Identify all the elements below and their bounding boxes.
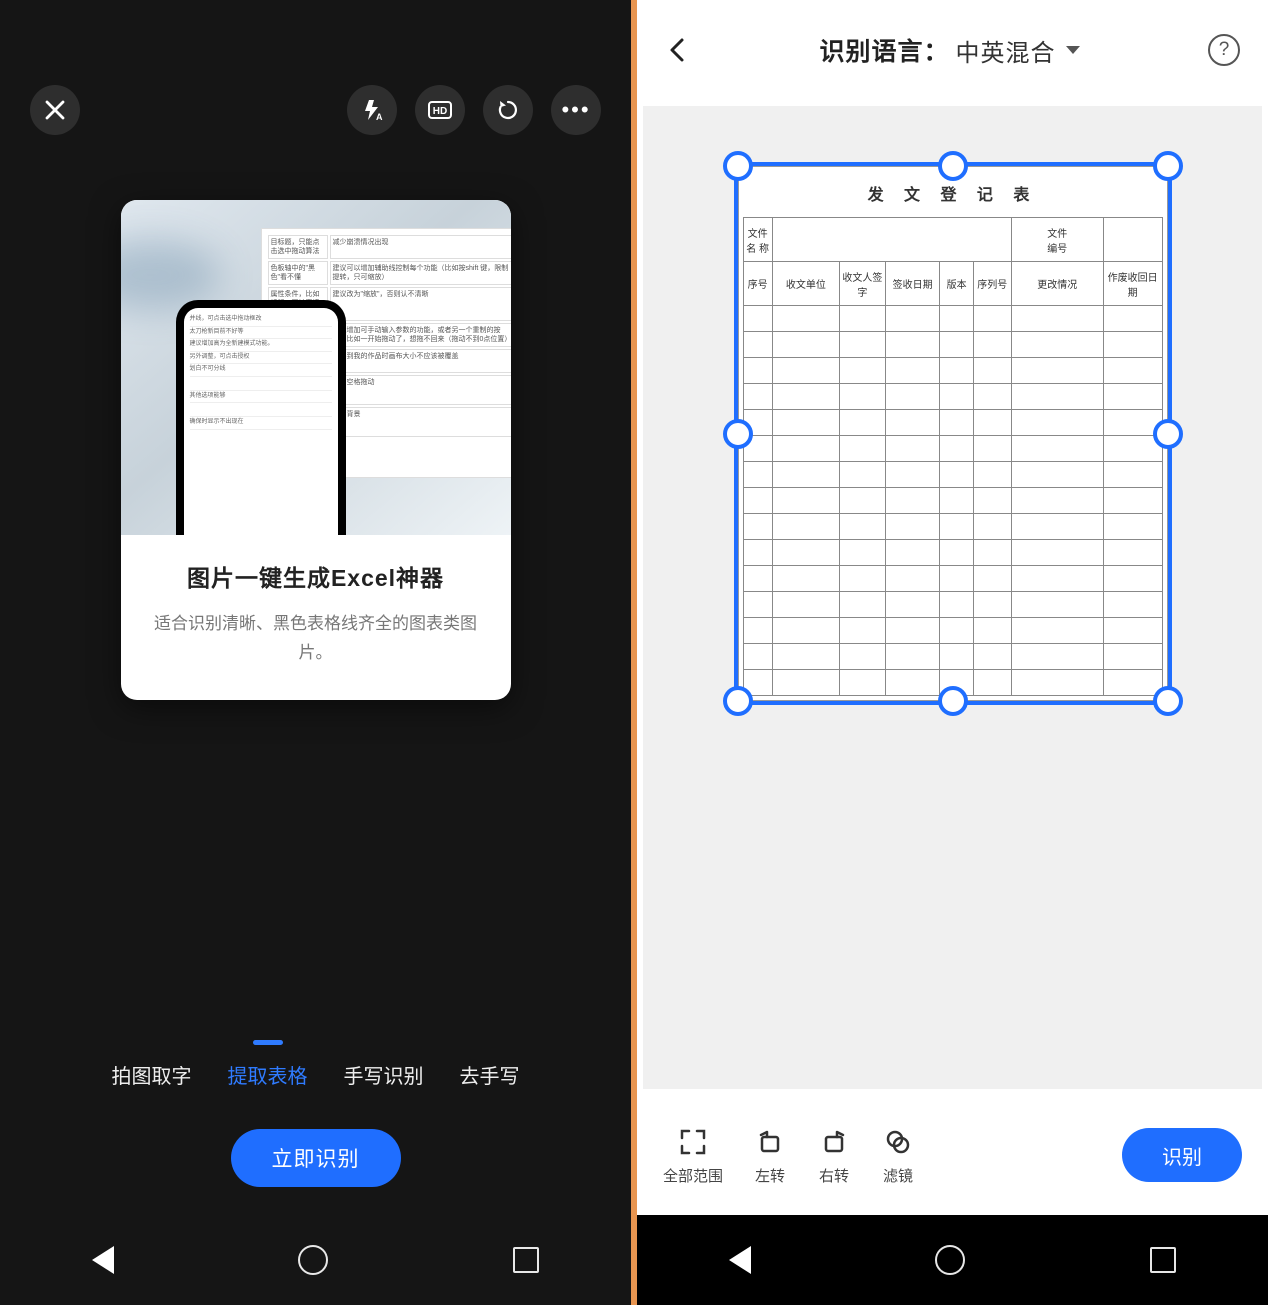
crop-recognize-screen: 识别语言： 中英混合 ? 发 文 登 记 表 文件 名 称 文件 编号: [637, 0, 1268, 1305]
crop-handle-bot-right[interactable]: [1153, 686, 1183, 716]
svg-text:HD: HD: [433, 106, 447, 117]
tool-full-range[interactable]: 全部范围: [663, 1125, 723, 1186]
rotate-right-icon: [817, 1125, 851, 1159]
preview-phone-frame: 并线，可点击选中拖动框改 太刀枪新目前不好等 建议增加高为全新建模式功能。 另外…: [176, 300, 346, 535]
tool-filter[interactable]: 滤镜: [881, 1125, 915, 1186]
crop-handle-top-right[interactable]: [1153, 151, 1183, 181]
crop-handle-top-left[interactable]: [723, 151, 753, 181]
crop-handle-top-mid[interactable]: [938, 151, 968, 181]
recognize-topbar: 识别语言： 中英混合 ?: [637, 0, 1268, 100]
more-button[interactable]: •••: [551, 85, 601, 135]
system-navbar-right: [637, 1215, 1268, 1305]
crop-handle-mid-left[interactable]: [723, 419, 753, 449]
feature-card-image: 目标题，只能点击选中拖动算法 减少崩溃情况出现 色板轴中的"黑色"看不懂 建议可…: [121, 200, 511, 535]
refresh-button[interactable]: [483, 85, 533, 135]
help-button[interactable]: ?: [1208, 34, 1240, 66]
crop-stage: 发 文 登 记 表 文件 名 称 文件 编号 序号 收文单位 收文人签字: [643, 106, 1262, 1089]
recognize-button[interactable]: 识别: [1122, 1128, 1242, 1182]
tab-extract-table[interactable]: 提取表格: [226, 1054, 310, 1095]
crop-frame: [734, 162, 1172, 705]
tab-remove-handwriting[interactable]: 去手写: [458, 1054, 522, 1095]
feature-card-subtitle: 适合识别清晰、黑色表格线齐全的图表类图片。: [149, 609, 483, 669]
tool-rotate-right[interactable]: 右转: [817, 1125, 851, 1186]
tool-rotate-left[interactable]: 左转: [753, 1125, 787, 1186]
crop-handle-mid-right[interactable]: [1153, 419, 1183, 449]
nav-home-icon[interactable]: [298, 1245, 328, 1275]
filter-icon: [881, 1125, 915, 1159]
chevron-down-icon: [1066, 46, 1080, 54]
nav-recent-icon[interactable]: [1150, 1247, 1176, 1273]
tab-handwriting[interactable]: 手写识别: [342, 1054, 426, 1095]
crop-handle-bot-left[interactable]: [723, 686, 753, 716]
flash-auto-button[interactable]: A: [347, 85, 397, 135]
crop-area[interactable]: 发 文 登 记 表 文件 名 称 文件 编号 序号 收文单位 收文人签字: [738, 166, 1168, 701]
rotate-left-icon: [753, 1125, 787, 1159]
system-navbar-left: [0, 1215, 631, 1305]
tab-photo-text[interactable]: 拍图取字: [110, 1054, 194, 1095]
crop-handle-bot-mid[interactable]: [938, 686, 968, 716]
tool-label: 滤镜: [883, 1165, 913, 1186]
nav-home-icon[interactable]: [935, 1245, 965, 1275]
nav-back-icon[interactable]: [729, 1246, 751, 1274]
close-button[interactable]: [30, 85, 80, 135]
hd-button[interactable]: HD: [415, 85, 465, 135]
feature-card-title: 图片一键生成Excel神器: [149, 559, 483, 593]
svg-text:A: A: [376, 112, 383, 122]
language-selector[interactable]: 识别语言： 中英混合: [819, 32, 1079, 68]
expand-icon: [676, 1125, 710, 1159]
feature-card: 目标题，只能点击选中拖动算法 减少崩溃情况出现 色板轴中的"黑色"看不懂 建议可…: [121, 200, 511, 700]
camera-topbar: A HD •••: [0, 0, 631, 160]
mode-tabs: 拍图取字 提取表格 手写识别 去手写: [0, 1014, 631, 1095]
tool-label: 全部范围: [663, 1165, 723, 1186]
language-label: 识别语言：: [819, 32, 949, 68]
tool-label: 右转: [819, 1165, 849, 1186]
edit-toolbar: 全部范围 左转 右转 滤镜 识别: [637, 1095, 1268, 1215]
nav-recent-icon[interactable]: [513, 1247, 539, 1273]
tool-label: 左转: [755, 1165, 785, 1186]
camera-scan-screen: A HD ••• 目标题，只能点击选中拖动算法 减少崩溃情况出现 色板轴中的"黑…: [0, 0, 631, 1305]
back-button[interactable]: [665, 37, 691, 63]
language-value: 中英混合: [956, 33, 1056, 68]
recognize-now-button[interactable]: 立即识别: [231, 1129, 401, 1187]
nav-back-icon[interactable]: [92, 1246, 114, 1274]
